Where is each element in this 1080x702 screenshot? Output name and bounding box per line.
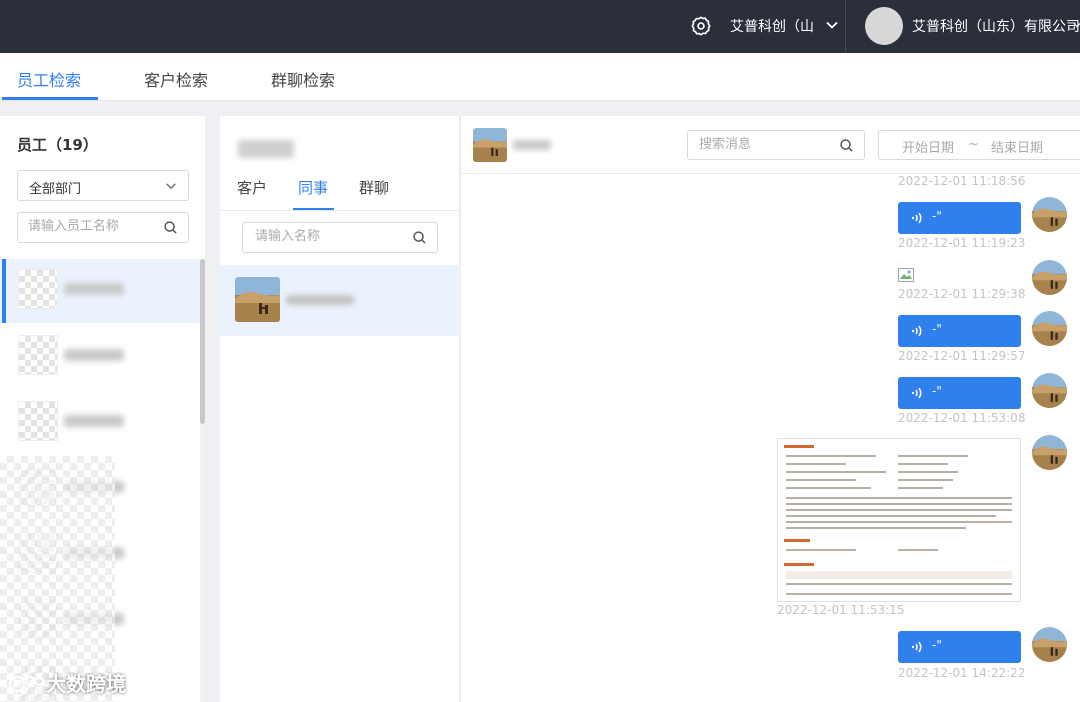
chat-partner-avatar — [473, 128, 507, 162]
voice-message[interactable]: -" — [898, 377, 1021, 409]
message-avatar — [1032, 311, 1067, 346]
watermark-text: 大数跨境 — [46, 672, 126, 696]
message-timestamp: 2022-12-01 11:53:15 — [777, 603, 905, 617]
message-avatar — [1032, 627, 1067, 662]
tab-employee-search[interactable]: 员工检索 — [17, 67, 81, 91]
employee-avatar — [18, 269, 58, 309]
contact-search-box — [242, 222, 438, 253]
topbar-divider — [845, 0, 846, 53]
employee-count-title: 员工（19） — [17, 136, 98, 154]
top-bar: 艾普科创（山 艾普科创（山东）有限公司 — [0, 0, 1080, 53]
voice-duration: -" — [932, 384, 942, 398]
employee-list-item[interactable] — [0, 391, 200, 455]
contact-list-item[interactable] — [220, 265, 460, 336]
date-range-separator: ~ — [968, 137, 979, 152]
subtab-group-chats[interactable]: 群聊 — [359, 177, 389, 198]
employee-name-redacted — [64, 349, 124, 361]
chat-header: 开始日期 ~ 结束日期 — [461, 116, 1080, 174]
broken-image-icon[interactable] — [898, 268, 914, 282]
voice-message[interactable]: -" — [898, 631, 1021, 663]
chevron-down-icon[interactable] — [824, 17, 840, 33]
contact-search-input[interactable] — [255, 229, 405, 244]
chevron-down-icon — [166, 183, 176, 190]
message-timestamp: 2022-12-01 11:29:57 — [898, 349, 1026, 363]
date-end-placeholder[interactable]: 结束日期 — [991, 137, 1043, 156]
chat-partner-name-redacted — [513, 140, 551, 150]
user-company-name[interactable]: 艾普科创（山东）有限公司 — [912, 16, 1080, 36]
contact-avatar — [235, 277, 280, 322]
voice-message[interactable]: -" — [898, 315, 1021, 347]
message-avatar — [1032, 373, 1067, 408]
employee-avatar — [18, 335, 58, 375]
search-icon[interactable] — [163, 220, 178, 235]
company-switcher-label[interactable]: 艾普科创（山 — [730, 16, 814, 36]
document-image-message[interactable] — [777, 438, 1021, 602]
user-menu-chevron-icon[interactable] — [1072, 17, 1080, 33]
chat-panel: 开始日期 ~ 结束日期 2022-12-01 11:18:56 -" 2022-… — [461, 116, 1080, 702]
voice-wave-icon — [911, 325, 922, 337]
department-select-value: 全部部门 — [29, 182, 82, 197]
employee-panel: 员工（19） 全部部门 — [0, 116, 205, 702]
department-select[interactable]: 全部部门 — [17, 170, 189, 201]
message-avatar — [1032, 435, 1067, 470]
message-timestamp: 2022-12-01 11:53:08 — [898, 411, 1026, 425]
voice-message[interactable]: -" — [898, 202, 1021, 234]
employee-search-input[interactable] — [28, 219, 158, 234]
message-timestamp: 2022-12-01 11:19:23 — [898, 236, 1026, 250]
employee-name-redacted — [64, 283, 124, 295]
search-icon[interactable] — [412, 230, 427, 245]
employee-search-box — [17, 212, 189, 243]
contact-name-redacted — [286, 295, 354, 305]
tab-customer-search[interactable]: 客户检索 — [144, 67, 208, 91]
message-avatar — [1032, 197, 1067, 232]
message-timestamp: 2022-12-01 14:22:22 — [898, 666, 1026, 680]
message-timestamp: 2022-12-01 11:18:56 — [898, 174, 1026, 188]
subtab-customers[interactable]: 客户 — [237, 177, 267, 198]
search-icon[interactable] — [839, 138, 854, 153]
main-tabs: 员工检索 客户检索 群聊检索 — [0, 53, 1080, 101]
message-timestamp: 2022-12-01 11:29:38 — [898, 287, 1026, 301]
gear-icon[interactable] — [690, 15, 712, 37]
scrollbar-thumb[interactable] — [200, 259, 205, 424]
voice-duration: -" — [932, 209, 942, 223]
voice-wave-icon — [911, 212, 922, 224]
date-range-picker[interactable]: 开始日期 ~ 结束日期 — [878, 130, 1080, 160]
voice-duration: -" — [932, 322, 942, 336]
contact-panel: 客户 同事 群聊 — [220, 116, 460, 702]
employee-list-item[interactable] — [0, 259, 200, 323]
subtab-colleagues[interactable]: 同事 — [298, 177, 328, 198]
voice-duration: -" — [932, 638, 942, 652]
employee-list-item[interactable] — [0, 325, 200, 389]
message-search-box — [687, 130, 865, 160]
voice-wave-icon — [911, 641, 922, 653]
tab-group-chat-search[interactable]: 群聊检索 — [271, 67, 335, 91]
voice-wave-icon — [911, 387, 922, 399]
user-avatar[interactable] — [865, 7, 903, 45]
divider — [220, 210, 460, 211]
employee-avatar — [18, 401, 58, 441]
active-tab-indicator — [2, 97, 98, 100]
selected-employee-name-redacted — [238, 140, 294, 158]
redaction-overlay — [0, 456, 115, 702]
message-avatar — [1032, 260, 1067, 295]
watermark-logo-icon — [9, 676, 44, 692]
employee-name-redacted — [64, 415, 124, 427]
employee-list-scrollbar[interactable] — [200, 259, 205, 702]
message-search-input[interactable] — [699, 137, 829, 152]
watermark: 大数跨境 — [8, 668, 126, 697]
date-start-placeholder[interactable]: 开始日期 — [902, 137, 954, 156]
